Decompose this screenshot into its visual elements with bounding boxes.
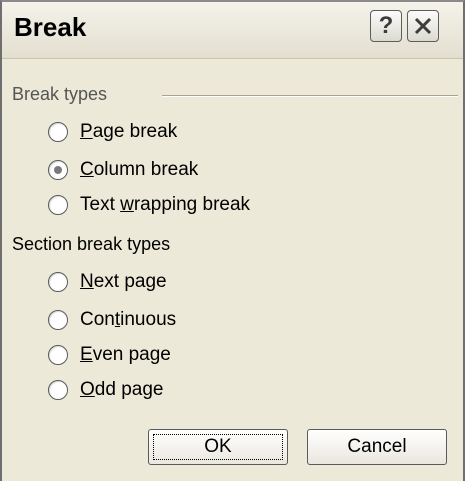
radio-column-break[interactable]: Column break xyxy=(48,155,198,185)
radio-label: Even page xyxy=(80,344,171,365)
group-divider xyxy=(162,95,458,97)
radio-dot xyxy=(54,166,62,174)
radio-button[interactable] xyxy=(48,310,68,330)
section-break-types-label: Section break types xyxy=(12,234,171,254)
radio-odd-page[interactable]: Odd page xyxy=(48,375,163,405)
close-x-icon xyxy=(414,17,432,35)
radio-continuous[interactable]: Continuous xyxy=(48,305,176,335)
radio-label: Page break xyxy=(80,121,178,142)
radio-label: Continuous xyxy=(80,309,177,330)
radio-button[interactable] xyxy=(48,195,68,215)
radio-text-wrapping-break[interactable]: Text wrapping break xyxy=(48,190,250,220)
ok-button[interactable]: OK xyxy=(148,429,288,465)
radio-button[interactable] xyxy=(48,380,68,400)
radio-button[interactable] xyxy=(48,272,68,292)
title-bar[interactable]: Break ? xyxy=(2,2,463,59)
radio-label: Next page xyxy=(80,271,167,292)
radio-button[interactable] xyxy=(48,345,68,365)
radio-next-page[interactable]: Next page xyxy=(48,267,167,297)
radio-label: Text wrapping break xyxy=(80,194,251,215)
cancel-button[interactable]: Cancel xyxy=(307,429,447,465)
radio-button-selected[interactable] xyxy=(48,160,68,180)
radio-button[interactable] xyxy=(48,122,68,142)
close-button[interactable] xyxy=(407,10,439,42)
question-mark-icon: ? xyxy=(378,12,394,39)
radio-label: Column break xyxy=(80,159,199,180)
break-types-label: Break types xyxy=(12,84,108,104)
cancel-label: Cancel xyxy=(347,436,407,457)
radio-page-break[interactable]: Page break xyxy=(48,117,177,147)
help-button[interactable]: ? xyxy=(370,10,402,42)
focus-rectangle xyxy=(153,434,283,460)
break-dialog: Break ? Break types Page break Column br… xyxy=(0,0,465,481)
radio-even-page[interactable]: Even page xyxy=(48,340,171,370)
dialog-title: Break xyxy=(14,12,87,42)
radio-label: Odd page xyxy=(80,379,164,400)
